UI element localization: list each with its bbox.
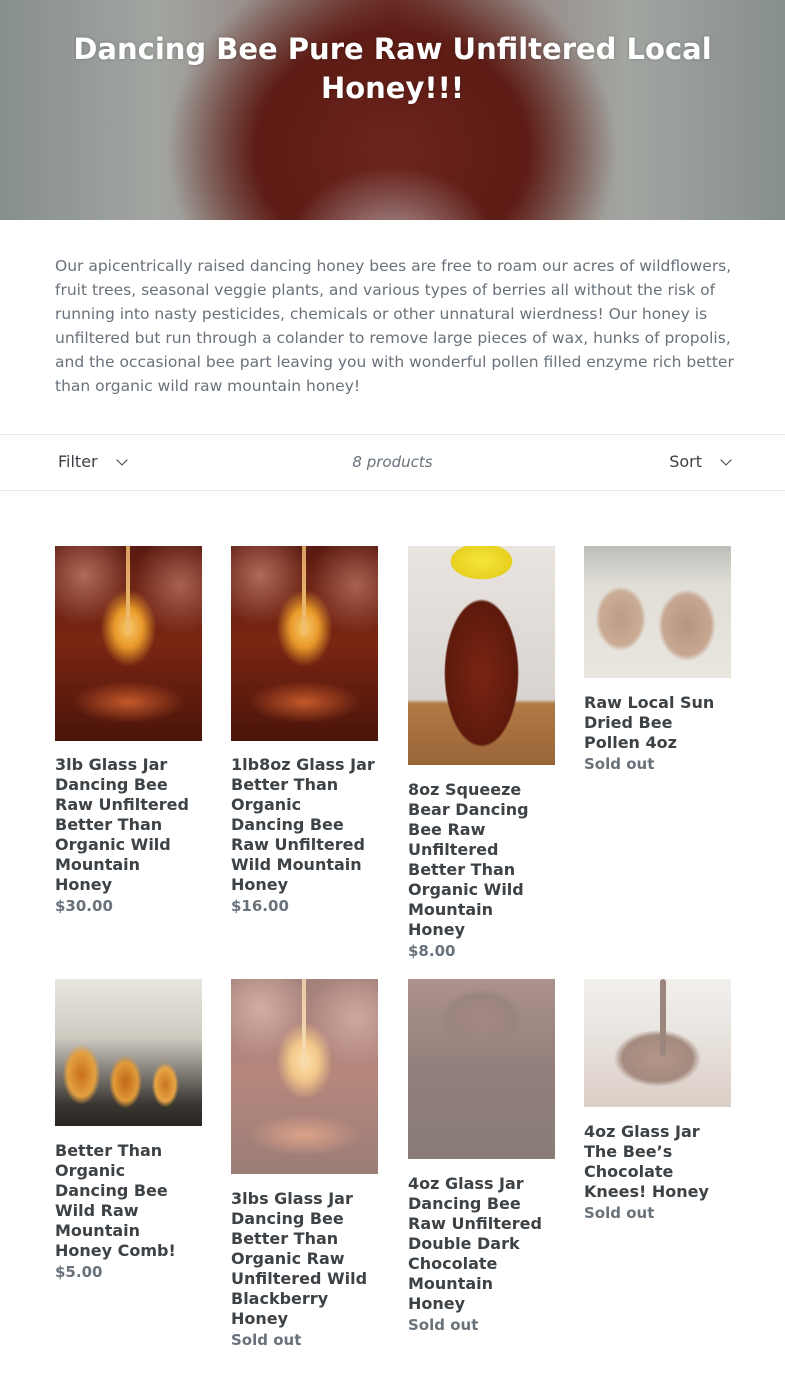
product-price: $16.00 (231, 897, 289, 915)
product-title[interactable]: 8oz Squeeze Bear Dancing Bee Raw Unfilte… (408, 780, 555, 940)
product-card[interactable]: 3lb Glass Jar Dancing Bee Raw Unfiltered… (55, 546, 202, 917)
product-card[interactable]: 8oz Squeeze Bear Dancing Bee Raw Unfilte… (408, 546, 555, 962)
product-card[interactable]: Better Than Organic Dancing Bee Wild Raw… (55, 979, 202, 1283)
product-image[interactable] (55, 546, 202, 741)
product-status: Sold out (584, 755, 655, 773)
collection-hero: Dancing Bee Pure Raw Unfiltered Local Ho… (0, 0, 785, 220)
product-status: Sold out (584, 1204, 655, 1222)
product-title[interactable]: 3lb Glass Jar Dancing Bee Raw Unfiltered… (55, 755, 202, 895)
collection-title: Dancing Bee Pure Raw Unfiltered Local Ho… (73, 32, 712, 105)
product-image[interactable] (55, 979, 202, 1126)
product-card[interactable]: 1lb8oz Glass Jar Better Than Organic Dan… (231, 546, 378, 917)
product-card[interactable]: 4oz Glass Jar The Bee’s Chocolate Knees!… (584, 979, 731, 1224)
product-image[interactable] (231, 546, 378, 741)
product-price: $30.00 (55, 897, 113, 915)
product-title[interactable]: 3lbs Glass Jar Dancing Bee Better Than O… (231, 1189, 378, 1329)
product-price: $5.00 (55, 1263, 103, 1281)
product-image[interactable] (231, 979, 378, 1174)
product-card[interactable]: Raw Local Sun Dried Bee Pollen 4oz Sold … (584, 546, 731, 775)
collection-description: Our apicentrically raised dancing honey … (55, 257, 734, 395)
product-image[interactable] (584, 979, 731, 1107)
product-title[interactable]: Better Than Organic Dancing Bee Wild Raw… (55, 1141, 202, 1261)
sort-dropdown[interactable]: Sort (669, 452, 732, 471)
product-title[interactable]: 1lb8oz Glass Jar Better Than Organic Dan… (231, 755, 378, 895)
product-status: Sold out (408, 1316, 479, 1334)
chevron-down-icon (720, 453, 732, 466)
product-image[interactable] (408, 546, 555, 765)
product-image[interactable] (584, 546, 731, 678)
product-price: $8.00 (408, 942, 456, 960)
product-title[interactable]: 4oz Glass Jar Dancing Bee Raw Unfiltered… (408, 1174, 555, 1314)
product-status: Sold out (231, 1331, 302, 1349)
product-title[interactable]: Raw Local Sun Dried Bee Pollen 4oz (584, 693, 731, 753)
sort-label: Sort (669, 452, 702, 471)
product-image[interactable] (408, 979, 555, 1159)
product-count: 8 products (352, 453, 433, 471)
product-card[interactable]: 3lbs Glass Jar Dancing Bee Better Than O… (231, 979, 378, 1351)
collection-toolbar: Filter 8 products Sort (0, 434, 785, 491)
product-card[interactable]: 4oz Glass Jar Dancing Bee Raw Unfiltered… (408, 979, 555, 1336)
product-title[interactable]: 4oz Glass Jar The Bee’s Chocolate Knees!… (584, 1122, 731, 1202)
